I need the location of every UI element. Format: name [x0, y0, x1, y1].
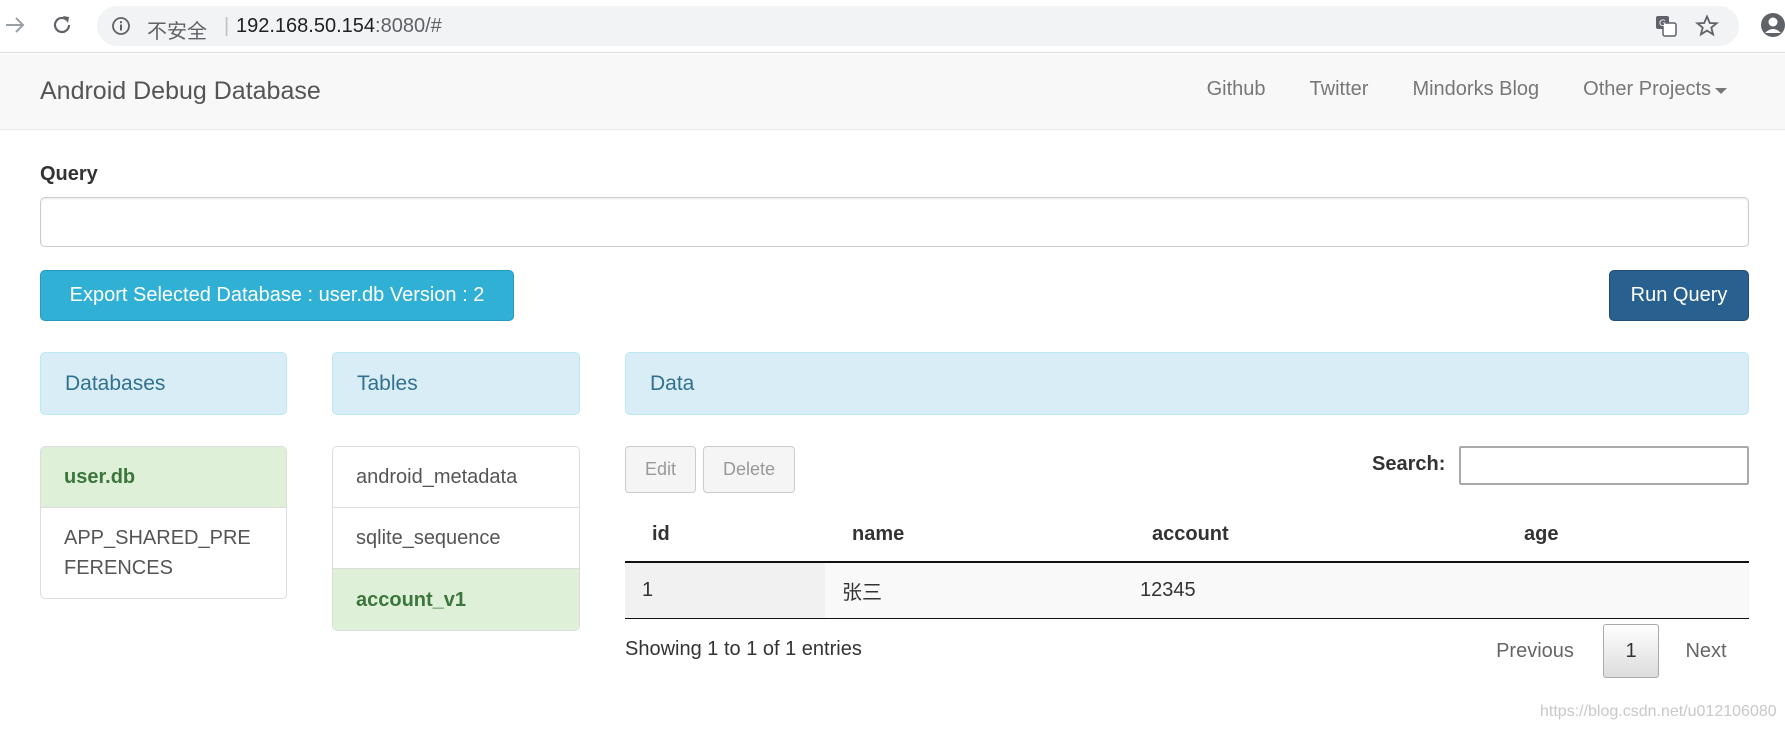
table-list: android_metadata sqlite_sequence account… [332, 446, 580, 631]
nav-link-other-projects[interactable]: Other Projects [1561, 78, 1749, 101]
forward-icon[interactable] [0, 10, 30, 40]
profile-avatar-icon[interactable] [1760, 12, 1785, 38]
caret-down-icon [1715, 87, 1727, 94]
reload-icon[interactable] [47, 10, 77, 40]
app-navbar: Android Debug Database Github Twitter Mi… [0, 54, 1785, 130]
app-brand[interactable]: Android Debug Database [40, 77, 321, 106]
delete-button[interactable]: Delete [703, 446, 795, 493]
svg-text:G: G [1659, 19, 1666, 29]
query-label: Query [40, 163, 98, 185]
column-header-id[interactable]: id [625, 508, 825, 563]
table-item-sqlite-sequence[interactable]: sqlite_sequence [333, 508, 579, 569]
column-header-account[interactable]: account [1125, 508, 1497, 563]
other-projects-label: Other Projects [1583, 78, 1711, 100]
pagination-previous[interactable]: Previous [1480, 624, 1590, 678]
address-bar[interactable]: 不安全 | 192.168.50.154:8080/# G [97, 6, 1739, 46]
nav-link-mindorks-blog[interactable]: Mindorks Blog [1390, 78, 1561, 101]
database-item-shared-prefs[interactable]: APP_SHARED_PRE FERENCES [41, 508, 286, 598]
tables-panel-header: Tables [332, 352, 580, 415]
security-label: 不安全 [147, 19, 207, 43]
search-label: Search: [1372, 453, 1446, 475]
table-item-account-v1[interactable]: account_v1 [333, 569, 579, 630]
browser-toolbar: 不安全 | 192.168.50.154:8080/# G [0, 0, 1785, 53]
data-table: id name account age 1 张三 12345 [625, 508, 1749, 619]
cell-age[interactable] [1497, 562, 1749, 619]
pagination-next[interactable]: Next [1670, 624, 1742, 678]
cell-account[interactable]: 12345 [1125, 562, 1497, 619]
nav-links: Github Twitter Mindorks Blog Other Proje… [1185, 78, 1749, 101]
cell-name[interactable]: 张三 [825, 562, 1125, 619]
export-database-button[interactable]: Export Selected Database : user.db Versi… [40, 270, 514, 321]
nav-link-github[interactable]: Github [1185, 78, 1288, 101]
url-host: 192.168.50.154 [236, 15, 376, 37]
databases-panel-header: Databases [40, 352, 287, 415]
column-header-name[interactable]: name [825, 508, 1125, 563]
table-info: Showing 1 to 1 of 1 entries [625, 638, 862, 660]
column-header-age[interactable]: age [1497, 508, 1749, 563]
table-header-row: id name account age [625, 508, 1749, 563]
data-panel-header: Data [625, 352, 1749, 415]
query-input[interactable] [40, 197, 1749, 247]
watermark-text: https://blog.csdn.net/u012106080 [1540, 703, 1777, 720]
bookmark-star-icon[interactable] [1694, 14, 1720, 38]
table-item-android-metadata[interactable]: android_metadata [333, 447, 579, 508]
cell-id[interactable]: 1 [625, 562, 825, 619]
url-path: :8080/# [375, 15, 442, 37]
translate-icon[interactable]: G [1655, 15, 1677, 37]
table-row[interactable]: 1 张三 12345 [625, 562, 1749, 619]
search-input[interactable] [1459, 446, 1749, 485]
database-item-user-db[interactable]: user.db [41, 447, 286, 508]
edit-button[interactable]: Edit [625, 446, 696, 493]
url-separator: | [224, 15, 230, 37]
pagination-page-1[interactable]: 1 [1603, 624, 1659, 678]
run-query-button[interactable]: Run Query [1609, 270, 1749, 321]
info-icon[interactable] [111, 16, 131, 36]
database-list: user.db APP_SHARED_PRE FERENCES [40, 446, 287, 599]
url-text[interactable]: 192.168.50.154:8080/# [236, 15, 442, 38]
nav-link-twitter[interactable]: Twitter [1288, 78, 1391, 101]
